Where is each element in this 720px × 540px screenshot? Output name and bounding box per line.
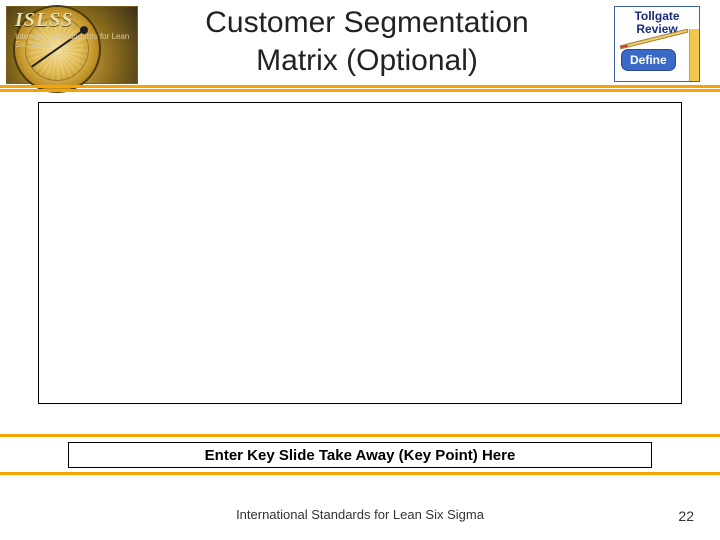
tollgate-badge: Tollgate Review Define <box>614 6 700 82</box>
takeaway-text: Enter Key Slide Take Away (Key Point) He… <box>205 447 516 464</box>
logo-left: ISLSS International Standards for Lean S… <box>6 6 138 84</box>
phase-pill: Define <box>621 49 676 71</box>
slide-title-line1: Customer Segmentation <box>205 6 529 39</box>
slide-title-line2: Matrix (Optional) <box>256 44 478 77</box>
header: ISLSS International Standards for Lean S… <box>0 0 720 90</box>
page-number: 22 <box>678 508 694 524</box>
header-rule-bottom <box>0 89 720 92</box>
slide: ISLSS International Standards for Lean S… <box>0 0 720 540</box>
takeaway-box: Enter Key Slide Take Away (Key Point) He… <box>68 442 652 468</box>
takeaway-rule-top <box>0 434 720 437</box>
gold-stripe-icon <box>689 29 699 81</box>
content-box <box>38 102 682 404</box>
header-rule-top <box>0 85 720 88</box>
footer-text: International Standards for Lean Six Sig… <box>0 507 720 522</box>
slide-title: Customer Segmentation Matrix (Optional) <box>148 4 586 79</box>
brand-subtitle: International Standards for Lean Six Sig… <box>15 33 133 50</box>
takeaway-rule-bottom <box>0 472 720 475</box>
brand-name: ISLSS <box>15 9 133 32</box>
